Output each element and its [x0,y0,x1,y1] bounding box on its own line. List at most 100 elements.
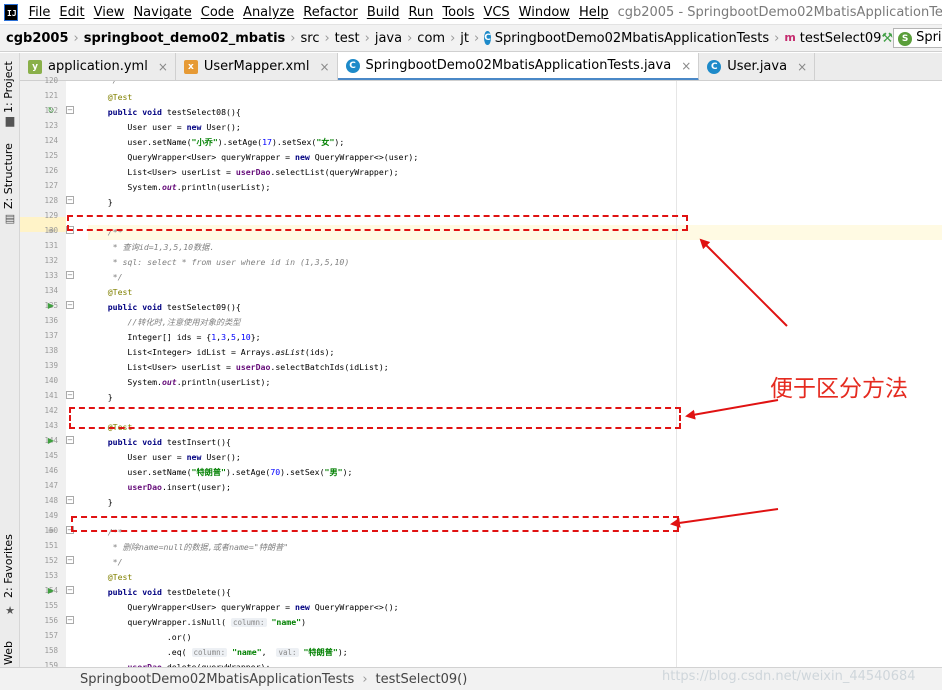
line-number: 151 [44,541,58,550]
fold-toggle-icon[interactable]: − [66,106,74,114]
line-number: 136 [44,316,58,325]
tab-user-java[interactable]: C User.java × [699,53,816,80]
tab-label: application.yml [48,59,148,74]
line-number: 121 [44,91,58,100]
line-number: 142 [44,406,58,415]
run-configuration-select[interactable]: SSpringbo [893,28,942,48]
fold-toggle-icon[interactable]: − [66,586,74,594]
code-line: public void testSelect09(){ [107,302,241,312]
code-line: queryWrapper.isNull( column: "name") [88,617,307,627]
run-configuration-label: Springbo [916,30,942,45]
menu-code[interactable]: Code [201,5,234,20]
crumb-method[interactable]: testSelect09 [800,31,882,46]
tab-usermapper-xml[interactable]: x UserMapper.xml × [176,53,338,80]
tool-window-web[interactable]: Web [2,575,15,665]
tab-label: User.java [727,59,788,74]
line-number: 146 [44,466,58,475]
menu-run[interactable]: Run [408,5,433,20]
fold-toggle-icon[interactable]: − [66,496,74,504]
fold-toggle-icon[interactable]: − [66,556,74,564]
crumb-jt[interactable]: jt [460,31,469,46]
menu-analyze[interactable]: Analyze [243,5,294,20]
chevron-right-icon: › [450,30,456,46]
fold-toggle-icon[interactable]: − [66,196,74,204]
doc-comment-icon[interactable]: ≡ [46,523,56,538]
close-icon[interactable]: × [797,60,807,74]
run-test-icon[interactable]: ▶ [46,433,56,448]
crumb-test[interactable]: test [335,31,360,46]
code-line: public void testInsert(){ [107,437,231,447]
tool-window-project[interactable]: 1: Project [2,23,15,113]
chevron-right-icon: › [364,30,370,46]
menu-build[interactable]: Build [367,5,400,20]
line-number: 147 [44,481,58,490]
crumb-src[interactable]: src [300,31,319,46]
line-number: 145 [44,451,58,460]
fold-toggle-icon[interactable]: − [66,271,74,279]
java-class-icon: C [345,58,360,73]
code-line: } [88,497,113,507]
chevron-right-icon: › [73,30,79,46]
java-class-icon: C [707,59,722,74]
rerun-test-icon[interactable]: ↻ [46,103,56,118]
fold-toggle-icon[interactable]: − [66,436,74,444]
chevron-right-icon: › [407,30,413,46]
xml-file-icon: x [183,59,198,74]
annotation-text: 便于区分方法 [770,376,908,402]
crumb-project[interactable]: cgb2005 [6,31,69,46]
status-crumb-class[interactable]: SpringbootDemo02MbatisApplicationTests [80,672,354,687]
menu-edit[interactable]: Edit [59,5,84,20]
menu-view[interactable]: View [94,5,125,20]
crumb-module[interactable]: springboot_demo02_mbatis [84,31,286,46]
code-line: user.setName("特朗普").setAge(70).setSex("男… [88,467,353,477]
line-number: 156 [44,616,58,625]
line-number: 158 [44,646,58,655]
code-line: } [88,197,113,207]
intellij-logo-icon: IJ [4,3,18,21]
line-number: 120 [44,76,58,85]
fold-toggle-icon[interactable]: − [66,616,74,624]
run-test-icon[interactable]: ▶ [46,583,56,598]
close-icon[interactable]: × [158,60,168,74]
menu-tools[interactable]: Tools [442,5,474,20]
line-number: 125 [44,151,58,160]
tab-application-tests[interactable]: C SpringbootDemo02MbatisApplicationTests.… [337,53,700,80]
line-number: 148 [44,496,58,505]
tab-label: UserMapper.xml [203,59,310,74]
fold-toggle-icon[interactable]: − [66,391,74,399]
line-number-gutter[interactable]: 120 121 122 ↻ 123 124 125 126 127 128 129 130 ≡ 131 13… [20,76,66,670]
menu-vcs[interactable]: VCS [483,5,509,20]
code-line: public void testSelect08(){ [107,107,241,117]
line-number: 157 [44,631,58,640]
close-icon[interactable]: × [681,59,691,73]
status-crumb-method[interactable]: testSelect09() [376,672,468,687]
code-line: @Test [107,572,133,582]
line-number: 152 [44,556,58,565]
fold-toggle-icon[interactable]: − [66,301,74,309]
menu-window[interactable]: Window [519,5,570,20]
doc-comment-icon[interactable]: ≡ [46,223,56,238]
build-hammer-icon[interactable]: ⚒ [881,31,893,46]
code-line: User user = new User(); [88,122,241,132]
code-line: * sql: select * from user where id in (1… [112,257,350,267]
code-line: List<User> userList = userDao.selectList… [88,167,399,177]
code-line: userDao.insert(user); [127,482,231,492]
run-test-icon[interactable]: ▶ [46,298,56,313]
menu-file[interactable]: File [29,5,51,20]
crumb-java[interactable]: java [375,31,402,46]
line-number: 138 [44,346,58,355]
class-icon: C [484,31,491,45]
menu-help[interactable]: Help [579,5,609,20]
menu-refactor[interactable]: Refactor [303,5,358,20]
line-number: 132 [44,256,58,265]
chevron-right-icon: › [774,30,780,46]
crumb-com[interactable]: com [417,31,445,46]
line-number: 127 [44,181,58,190]
menu-navigate[interactable]: Navigate [133,5,191,20]
line-number: 153 [44,571,58,580]
tool-window-structure[interactable]: Z: Structure [2,119,15,209]
highlight-box [69,407,681,429]
close-icon[interactable]: × [319,60,329,74]
crumb-class[interactable]: SpringbootDemo02MbatisApplicationTests [495,31,769,46]
line-number: 149 [44,511,58,520]
